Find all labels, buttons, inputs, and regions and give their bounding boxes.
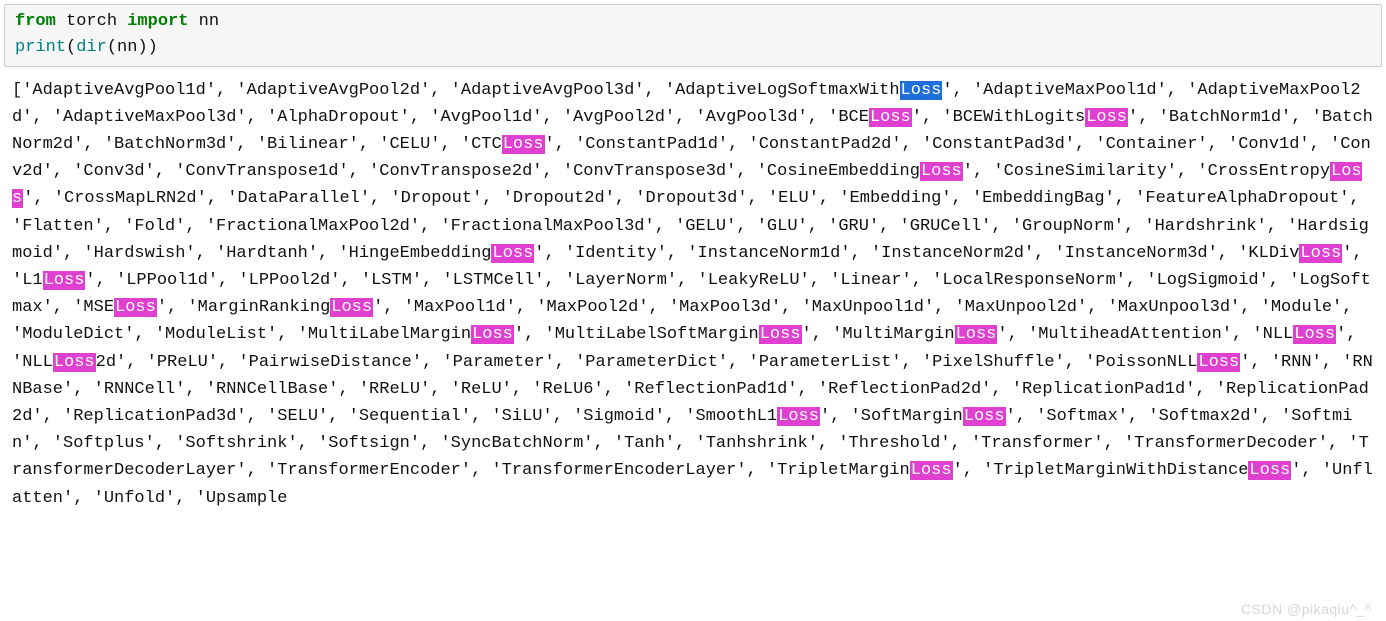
highlight-pink: Loss bbox=[1085, 108, 1128, 127]
import-name: nn bbox=[199, 12, 219, 31]
watermark: CSDN @pikaqiu^_^ bbox=[1241, 601, 1372, 617]
highlight-pink: Loss bbox=[43, 271, 86, 290]
highlight-pink: Loss bbox=[963, 407, 1006, 426]
keyword-from: from bbox=[15, 12, 56, 31]
highlight-pink: Loss bbox=[1299, 244, 1342, 263]
highlight-blue: Loss bbox=[900, 81, 943, 100]
highlight-pink: Loss bbox=[759, 325, 802, 344]
highlight-pink: Loss bbox=[1293, 325, 1336, 344]
highlight-pink: Loss bbox=[53, 353, 96, 372]
fn-dir: dir bbox=[76, 38, 107, 57]
fn-print: print bbox=[15, 38, 66, 57]
highlight-pink: Loss bbox=[491, 244, 534, 263]
code-line-1: from torch import nn bbox=[15, 9, 1371, 35]
keyword-import: import bbox=[127, 12, 188, 31]
highlight-pink: Loss bbox=[1197, 353, 1240, 372]
dir-arg: nn bbox=[117, 38, 137, 57]
highlight-pink: Loss bbox=[920, 162, 963, 181]
highlight-pink: Loss bbox=[330, 298, 373, 317]
highlight-pink: Loss bbox=[869, 108, 912, 127]
highlight-pink: Loss bbox=[471, 325, 514, 344]
highlight-pink: Loss bbox=[910, 461, 953, 480]
code-cell: from torch import nn print(dir(nn)) bbox=[4, 4, 1382, 67]
output-text: ['AdaptiveAvgPool1d', 'AdaptiveAvgPool2d… bbox=[0, 75, 1386, 518]
highlight-pink: Loss bbox=[955, 325, 998, 344]
highlight-pink: Loss bbox=[1248, 461, 1291, 480]
highlight-pink: Loss bbox=[502, 135, 545, 154]
highlight-pink: Loss bbox=[114, 298, 157, 317]
code-line-2: print(dir(nn)) bbox=[15, 35, 1371, 61]
highlight-pink: Loss bbox=[777, 407, 820, 426]
highlight-pink: Loss bbox=[12, 162, 1362, 208]
